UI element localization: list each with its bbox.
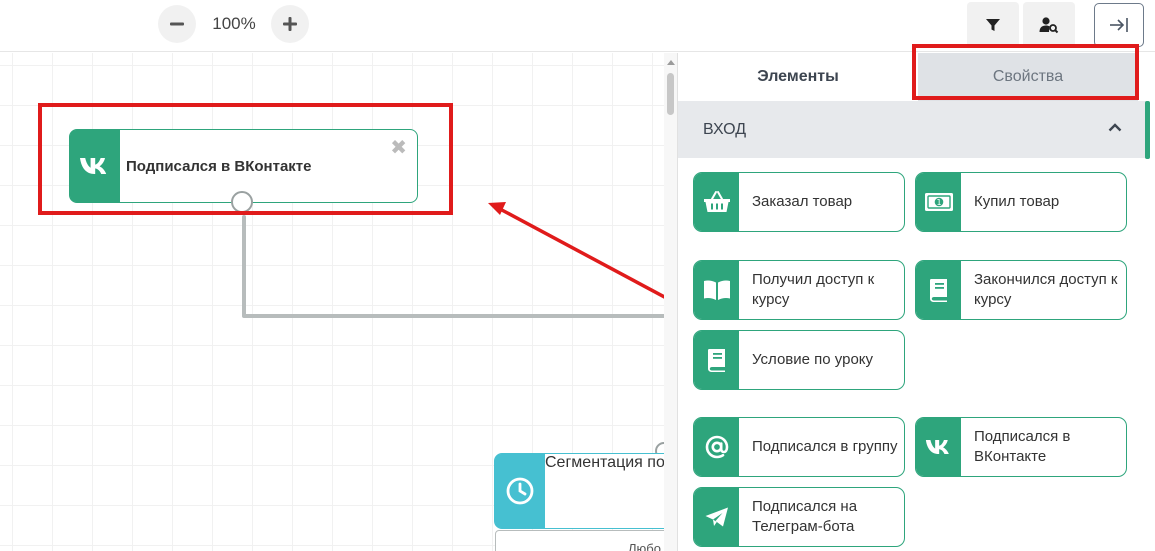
card-icon-container	[916, 261, 961, 319]
card-icon-container	[694, 261, 739, 319]
tab-elements[interactable]: Элементы	[678, 53, 918, 101]
user-search-button[interactable]	[1023, 2, 1075, 48]
scroll-up-icon[interactable]	[667, 60, 675, 65]
element-card-ordered-product[interactable]: Заказал товар	[693, 172, 905, 232]
canvas-scrollbar[interactable]	[664, 53, 677, 551]
book-icon	[707, 349, 725, 372]
card-icon-container	[694, 418, 739, 476]
card-icon-container: 1	[916, 173, 961, 231]
closed-book-icon	[929, 279, 947, 302]
element-card-subscribed-vk[interactable]: Подписался в ВКонтакте	[915, 417, 1127, 477]
filter-icon	[986, 19, 1000, 31]
panel-scrollbar[interactable]	[1145, 101, 1150, 159]
card-label: Закончился доступ к курсу	[974, 271, 1118, 308]
plus-icon	[283, 17, 297, 31]
tab-properties[interactable]: Свойства	[918, 53, 1138, 101]
card-icon-container	[916, 418, 961, 476]
element-card-subscribed-group[interactable]: Подписался в группу	[693, 417, 905, 477]
basket-icon	[703, 191, 730, 212]
scrollbar-thumb[interactable]	[667, 73, 674, 115]
filter-button[interactable]	[967, 2, 1019, 48]
minus-icon	[170, 22, 184, 26]
vk-icon	[925, 440, 949, 454]
open-book-icon	[703, 280, 730, 300]
element-card-course-access[interactable]: Получил доступ к курсу	[693, 260, 905, 320]
svg-text:1: 1	[936, 198, 941, 207]
card-label: Условие по уроку	[752, 351, 874, 368]
top-toolbar: 100%	[0, 0, 1155, 52]
card-icon-container	[694, 173, 739, 231]
panel-tabs: Элементы Свойства	[678, 53, 1155, 101]
card-label: Купил товар	[974, 193, 1060, 210]
at-icon	[705, 435, 728, 459]
card-icon-container	[694, 488, 739, 546]
collapse-panel-button[interactable]	[1094, 3, 1144, 47]
zoom-level: 100%	[212, 14, 256, 33]
collapse-right-icon	[1110, 18, 1128, 32]
element-card-bought-product[interactable]: 1 Купил товар	[915, 172, 1127, 232]
element-card-course-access-ended[interactable]: Закончился доступ к курсу	[915, 260, 1127, 320]
element-card-subscribed-telegram-bot[interactable]: Подписался на Телеграм-бота	[693, 487, 905, 547]
card-label: Получил доступ к курсу	[752, 271, 875, 308]
zoom-out-button[interactable]	[158, 5, 196, 43]
section-entry-header[interactable]: ВХОД	[678, 101, 1146, 158]
telegram-icon	[705, 507, 728, 527]
card-label: Подписался на Телеграм-бота	[752, 498, 858, 535]
zoom-in-button[interactable]	[271, 5, 309, 43]
money-icon: 1	[924, 193, 953, 211]
card-label: Подписался в ВКонтакте	[974, 428, 1071, 465]
card-label: Заказал товар	[752, 193, 853, 210]
annotation-arrow	[488, 202, 664, 299]
section-title: ВХОД	[703, 120, 747, 138]
element-card-lesson-condition[interactable]: Условие по уроку	[693, 330, 905, 390]
user-search-icon	[1039, 17, 1059, 34]
workflow-canvas[interactable]: Подписался в ВКонтакте ✖ Сегментация по …	[0, 53, 664, 551]
card-label: Подписался в группу	[752, 438, 898, 455]
card-icon-container	[694, 331, 739, 389]
chevron-up-icon	[1108, 123, 1122, 132]
elements-panel: Элементы Свойства ВХОД Заказал товар 1 К…	[677, 53, 1155, 551]
